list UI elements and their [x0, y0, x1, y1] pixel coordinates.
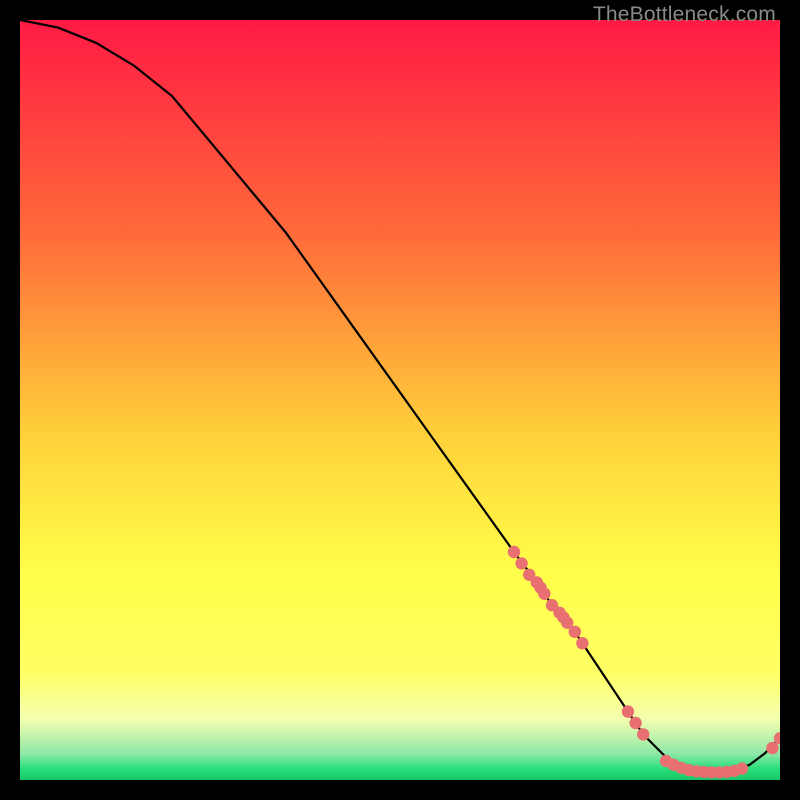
plot-area: [20, 20, 780, 780]
dot: [637, 728, 649, 740]
dot: [766, 742, 778, 754]
bottleneck-curve: [20, 20, 780, 780]
dot: [569, 626, 581, 638]
highlight-dots: [508, 546, 780, 779]
dot: [629, 717, 641, 729]
dot: [515, 557, 527, 569]
curve-line: [20, 20, 780, 772]
watermark-text: TheBottleneck.com: [593, 3, 776, 27]
dot: [736, 762, 748, 774]
dot: [508, 546, 520, 558]
dot: [576, 637, 588, 649]
dot: [538, 588, 550, 600]
dot: [622, 705, 634, 717]
